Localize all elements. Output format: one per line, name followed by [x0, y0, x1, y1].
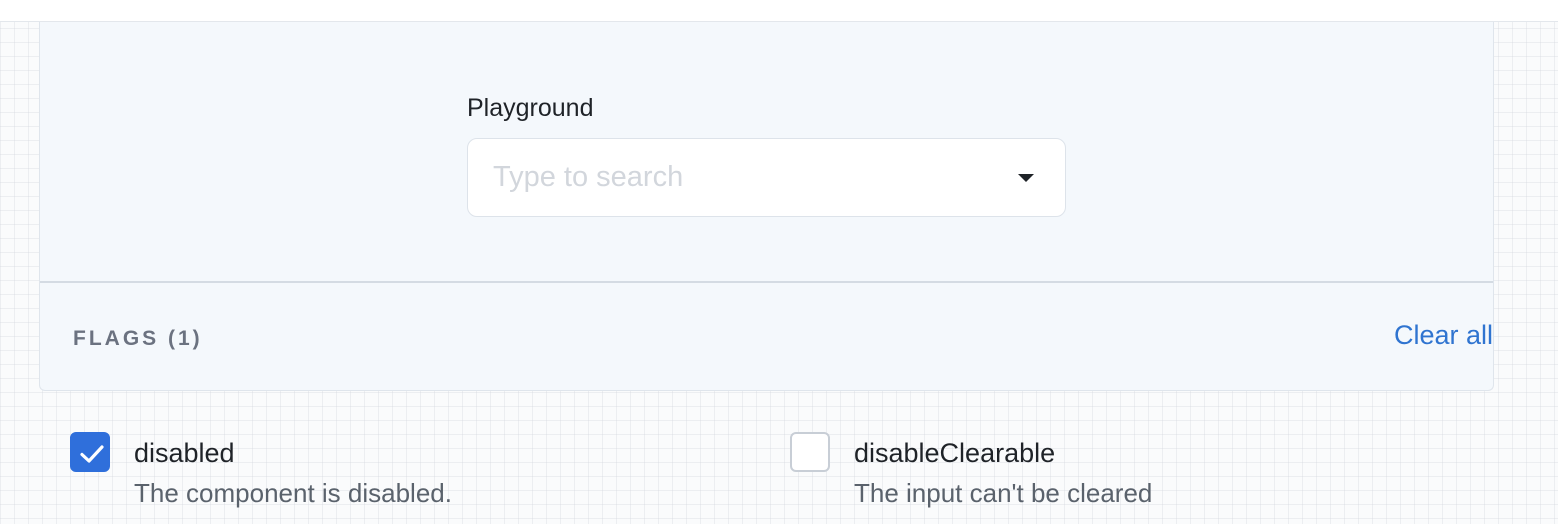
flags-title: FLAGS (1): [73, 327, 203, 350]
playground-label: Playground: [467, 94, 594, 122]
preview-area: Playground: [40, 22, 1493, 283]
checkmark-icon: [80, 445, 104, 463]
search-input[interactable]: [493, 139, 993, 216]
playground-select[interactable]: [467, 138, 1066, 217]
disable-clearable-checkbox[interactable]: [790, 432, 830, 472]
flag-description: The input can't be cleared: [854, 478, 1153, 508]
playground-panel: Playground FLAGS (1) Clear all: [39, 22, 1494, 391]
clear-all-button[interactable]: Clear all: [1394, 320, 1493, 351]
flag-disabled: disabled The component is disabled.: [70, 432, 710, 512]
top-strip: [0, 0, 1558, 22]
flag-name: disabled: [134, 438, 235, 468]
disabled-checkbox[interactable]: [70, 432, 110, 472]
flag-name: disableClearable: [854, 438, 1056, 468]
caret-down-icon[interactable]: [1018, 174, 1034, 182]
flag-disable-clearable: disableClearable The input can't be clea…: [790, 432, 1430, 512]
flag-description: The component is disabled.: [134, 478, 452, 508]
